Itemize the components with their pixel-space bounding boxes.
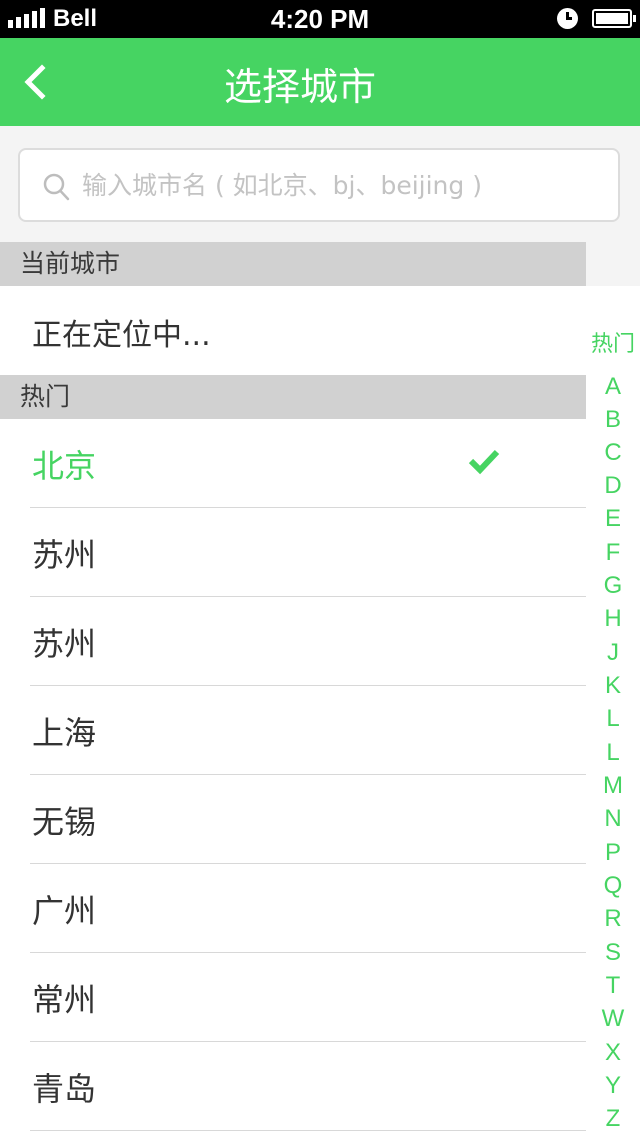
carrier-name: Bell [53,5,98,32]
index-item[interactable]: N [586,804,640,834]
index-item[interactable]: L [586,704,640,734]
current-city-header: 当前城市 [0,242,586,286]
battery-icon [592,9,636,28]
city-row[interactable]: 常州 [0,953,586,1042]
index-item[interactable]: E [586,504,640,534]
index-item-hot[interactable]: 热门 [586,330,640,360]
index-item[interactable]: D [586,471,640,501]
index-item[interactable]: M [586,771,640,801]
city-row[interactable]: 无锡 [0,775,586,864]
city-row[interactable]: 广州 [0,864,586,953]
city-name: 上海 [32,714,97,752]
index-item[interactable]: Z [586,1104,640,1134]
city-name: 常州 [32,981,97,1019]
alarm-icon [557,8,578,29]
index-item[interactable]: H [586,604,640,634]
index-item[interactable]: A [586,372,640,402]
divider [30,1130,586,1131]
city-row[interactable]: 苏州 [0,508,586,597]
current-city-status: 正在定位中... [32,318,211,353]
city-name: 苏州 [32,625,97,663]
current-city-row[interactable]: 正在定位中... [0,286,586,375]
index-item[interactable]: L [586,738,640,768]
nav-bar: 选择城市 [0,38,640,126]
alphabet-index: 热门 A B C D E F G H J K L L M N P Q R S T… [586,286,640,1136]
city-row[interactable]: 上海 [0,686,586,775]
status-bar: Bell 4:20 PM [0,0,640,38]
page-title: 选择城市 [223,65,376,109]
index-item[interactable]: Y [586,1071,640,1101]
hot-cities-header: 热门 [0,375,586,419]
index-item[interactable]: W [586,1004,640,1034]
search-input[interactable] [82,158,602,212]
check-icon [468,449,500,475]
index-item[interactable]: X [586,1038,640,1068]
chevron-left-icon [24,64,46,100]
city-row-selected[interactable]: 北京 [0,419,586,508]
city-row[interactable]: 苏州 [0,597,586,686]
index-item[interactable]: F [586,538,640,568]
index-item[interactable]: B [586,405,640,435]
city-name: 北京 [32,447,97,485]
index-item[interactable]: C [586,438,640,468]
search-icon [43,173,70,201]
back-button[interactable] [20,62,50,102]
search-box[interactable] [18,148,620,222]
index-item[interactable]: J [586,638,640,668]
city-row[interactable]: 青岛 [0,1042,586,1131]
city-name: 广州 [32,892,97,930]
signal-icon [8,8,45,28]
index-item[interactable]: G [586,571,640,601]
index-item[interactable]: K [586,671,640,701]
index-item[interactable]: T [586,971,640,1001]
index-item[interactable]: S [586,938,640,968]
index-item[interactable]: R [586,904,640,934]
city-list: 北京 苏州 苏州 上海 无锡 广州 常州 青岛 [0,419,586,1136]
city-name: 苏州 [32,536,97,574]
city-name: 无锡 [32,803,97,841]
index-item[interactable]: P [586,838,640,868]
city-name: 青岛 [32,1070,97,1108]
index-item[interactable]: Q [586,871,640,901]
